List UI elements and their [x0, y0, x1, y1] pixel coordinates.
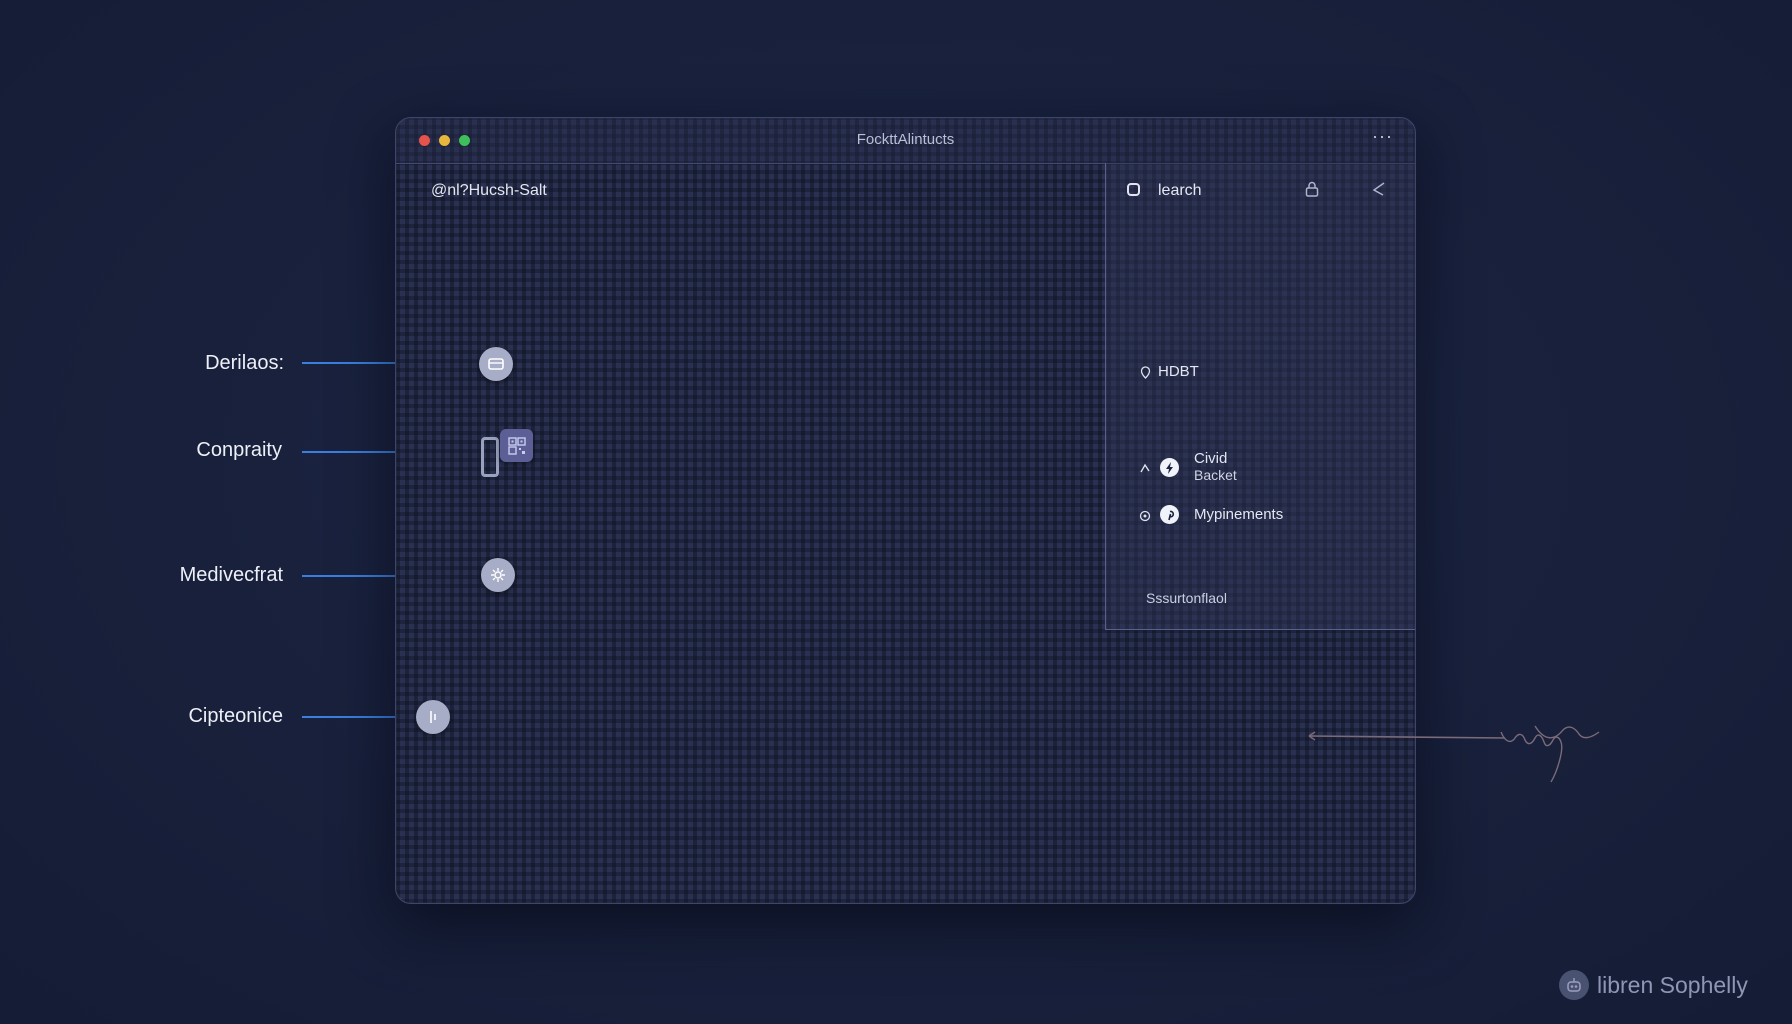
- brand-name: libren Sophelly: [1597, 971, 1748, 998]
- side-panel: learch HDBT Civid Backet Mypinements Sss…: [1105, 163, 1415, 630]
- pin-icon: [1140, 366, 1151, 384]
- audio-tool-button[interactable]: [416, 700, 450, 734]
- pinterest-icon: [1160, 505, 1179, 524]
- app-window: FockttAlintucts ··· @nl?Hucsh-Salt learc…: [395, 117, 1416, 904]
- robot-icon: [1559, 970, 1589, 1000]
- handwritten-annotation: [1305, 718, 1625, 793]
- mic-icon: [430, 711, 436, 723]
- more-horizontal-icon[interactable]: ···: [1372, 126, 1393, 147]
- square-icon: [1127, 183, 1140, 196]
- window-title: FockttAlintucts: [856, 131, 955, 148]
- panel-item-civid[interactable]: Civid Backet: [1194, 450, 1237, 484]
- gear-icon: [491, 568, 505, 582]
- circle-icon: [1139, 509, 1151, 527]
- device-frame-icon[interactable]: [481, 437, 499, 477]
- collapse-icon[interactable]: [1371, 181, 1387, 202]
- panel-item-civid-line2: Backet: [1194, 467, 1237, 483]
- card-icon: [488, 358, 504, 370]
- card-tool-button[interactable]: [479, 347, 513, 381]
- panel-item-mypinements[interactable]: Mypinements: [1194, 506, 1283, 523]
- breadcrumb: @nl?Hucsh-Salt: [431, 182, 547, 199]
- panel-item-civid-line1: Civid: [1194, 450, 1228, 467]
- panel-title: learch: [1158, 182, 1202, 199]
- bolt-icon: [1160, 458, 1179, 477]
- grid-tool-button[interactable]: [500, 429, 533, 462]
- title-bar: FockttAlintucts ···: [396, 118, 1415, 164]
- brand-watermark: libren Sophelly: [1559, 970, 1748, 1000]
- lock-icon[interactable]: [1305, 181, 1319, 202]
- callout-label-conpraity: Conpraity: [196, 439, 282, 461]
- arrow-icon: [1139, 461, 1151, 479]
- callout-label-cipteonice: Cipteonice: [188, 705, 283, 727]
- panel-item-hdbt[interactable]: HDBT: [1158, 363, 1199, 380]
- callout-label-derilaos: Derilaos:: [205, 352, 284, 374]
- stage: Derilaos: Conpraity Medivecfrat Cipteoni…: [0, 0, 1792, 1024]
- callout-label-medivecfrat: Medivecfrat: [179, 564, 283, 586]
- qr-grid-icon: [507, 436, 526, 455]
- panel-status-text: Sssurtonflaol: [1146, 590, 1227, 606]
- settings-tool-button[interactable]: [481, 558, 515, 592]
